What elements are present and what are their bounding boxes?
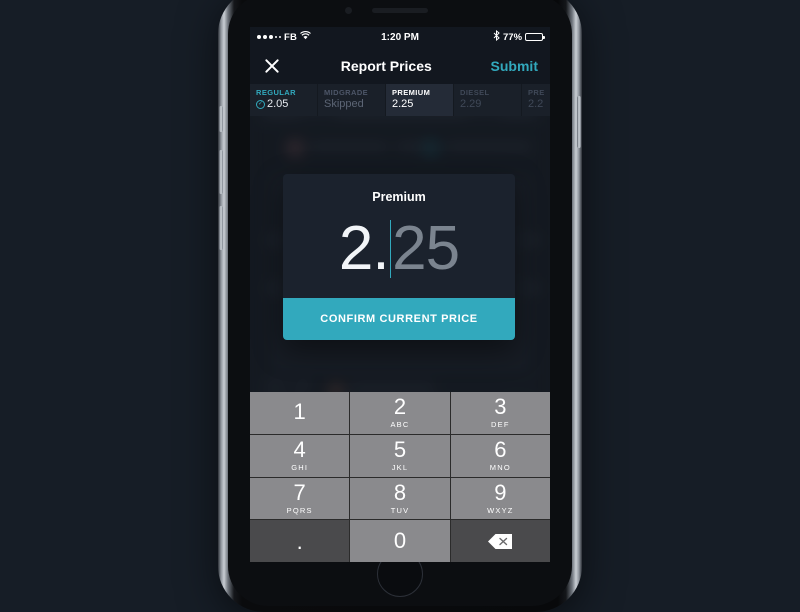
key-0[interactable]: 0: [350, 520, 450, 562]
key-8[interactable]: 8 TUV: [350, 477, 450, 520]
key-6[interactable]: 6 MNO: [450, 434, 550, 477]
key-digit: .: [296, 528, 303, 554]
fuel-tab-value: 2.2: [528, 98, 544, 110]
submit-button[interactable]: Submit: [491, 58, 538, 74]
earpiece-speaker: [372, 8, 428, 13]
battery-percent: 77%: [503, 31, 523, 43]
fuel-tab-label: REGULAR: [256, 88, 296, 97]
price-entered-value: 2.: [338, 214, 390, 283]
fuel-tab-diesel[interactable]: DIESEL 2.29: [454, 84, 522, 116]
check-circle-icon: ✓: [256, 99, 265, 109]
price-card-title: Premium: [372, 190, 426, 204]
key-9[interactable]: 9 WXYZ: [450, 477, 550, 520]
key-1[interactable]: 1: [250, 392, 350, 434]
confirm-current-price-button[interactable]: CONFIRM CURRENT PRICE: [283, 298, 515, 340]
front-camera: [345, 7, 352, 14]
fuel-tab-value: Skipped: [324, 98, 364, 110]
key-letters: MNO: [489, 463, 511, 473]
fuel-tab-value: 2.29: [460, 98, 482, 110]
key-digit: 8: [393, 479, 407, 505]
key-letters: PQRS: [286, 505, 313, 515]
navigation-bar: Report Prices Submit: [250, 47, 550, 84]
price-display[interactable]: 2. 25: [283, 208, 515, 290]
key-letters: JKL: [391, 463, 409, 473]
key-letters: TUV: [390, 505, 410, 515]
text-cursor: [389, 220, 392, 278]
bluetooth-icon: [493, 29, 500, 44]
fuel-tab-premium-plus[interactable]: PRE 2.2: [522, 84, 550, 116]
battery-icon: [525, 33, 546, 41]
price-placeholder-value: 25: [392, 214, 460, 283]
key-digit: 7: [293, 479, 306, 505]
volume-up-button[interactable]: [219, 150, 223, 194]
fuel-tab-label: DIESEL: [460, 88, 490, 97]
fuel-tab-midgrade[interactable]: MIDGRADE Skipped: [318, 84, 386, 116]
carrier-name: FB: [284, 31, 298, 43]
silent-switch[interactable]: [219, 106, 223, 132]
fuel-tab-label: PREMIUM: [392, 88, 431, 97]
key-digit: 1: [293, 398, 306, 424]
page-title: Report Prices: [340, 57, 432, 74]
key-digit: 9: [494, 479, 507, 505]
wifi-icon: [300, 31, 311, 43]
phone-screen: FB 1:20 PM 77% Report Prices Submit REGU…: [250, 27, 550, 562]
key-decimal-point[interactable]: .: [250, 520, 350, 562]
price-entry-card: Premium 2. 25 CONFIRM CURRENT PRICE: [283, 174, 515, 340]
price-card-body: Premium 2. 25: [283, 174, 515, 298]
key-4[interactable]: 4 GHI: [250, 434, 350, 477]
close-icon[interactable]: [262, 56, 282, 76]
power-button[interactable]: [577, 96, 581, 148]
volume-down-button[interactable]: [219, 206, 223, 250]
key-5[interactable]: 5 JKL: [350, 434, 450, 477]
status-bar: FB 1:20 PM 77%: [250, 27, 550, 47]
status-bar-left: FB: [257, 31, 381, 43]
fuel-tab-regular[interactable]: REGULAR ✓ 2.05: [250, 84, 318, 116]
fuel-tab-label: PRE: [528, 88, 545, 97]
key-letters: DEF: [491, 420, 510, 430]
key-digit: 5: [393, 437, 407, 463]
backspace-icon: [487, 533, 513, 550]
key-letters: GHI: [291, 463, 309, 473]
key-letters: ABC: [390, 420, 410, 430]
signal-strength-icon: [257, 35, 281, 39]
fuel-tab-value: 2.05: [267, 98, 289, 110]
key-2[interactable]: 2 ABC: [350, 392, 450, 434]
key-digit: 6: [494, 437, 507, 463]
key-backspace[interactable]: [450, 520, 550, 562]
fuel-type-tabs[interactable]: REGULAR ✓ 2.05 MIDGRADE Skipped PREMIUM …: [250, 84, 550, 116]
key-letters: WXYZ: [487, 505, 514, 515]
status-bar-right: 77%: [419, 29, 546, 44]
fuel-tab-premium[interactable]: PREMIUM 2.25: [386, 84, 454, 116]
key-digit: 4: [293, 437, 306, 463]
key-3[interactable]: 3 DEF: [450, 392, 550, 434]
fuel-tab-value: 2.25: [392, 98, 414, 110]
status-bar-clock: 1:20 PM: [381, 31, 419, 43]
fuel-tab-label: MIDGRADE: [324, 88, 369, 97]
fuel-tab-value-wrap: ✓ 2.05: [256, 98, 317, 110]
key-7[interactable]: 7 PQRS: [250, 477, 350, 520]
key-digit: 0: [393, 528, 407, 554]
key-digit: 3: [494, 394, 507, 420]
numeric-keypad[interactable]: 1 2 ABC 3 DEF 4 GHI 5 JKL 6 MNO 7 PQRS 8: [250, 392, 550, 562]
key-digit: 2: [393, 394, 407, 420]
